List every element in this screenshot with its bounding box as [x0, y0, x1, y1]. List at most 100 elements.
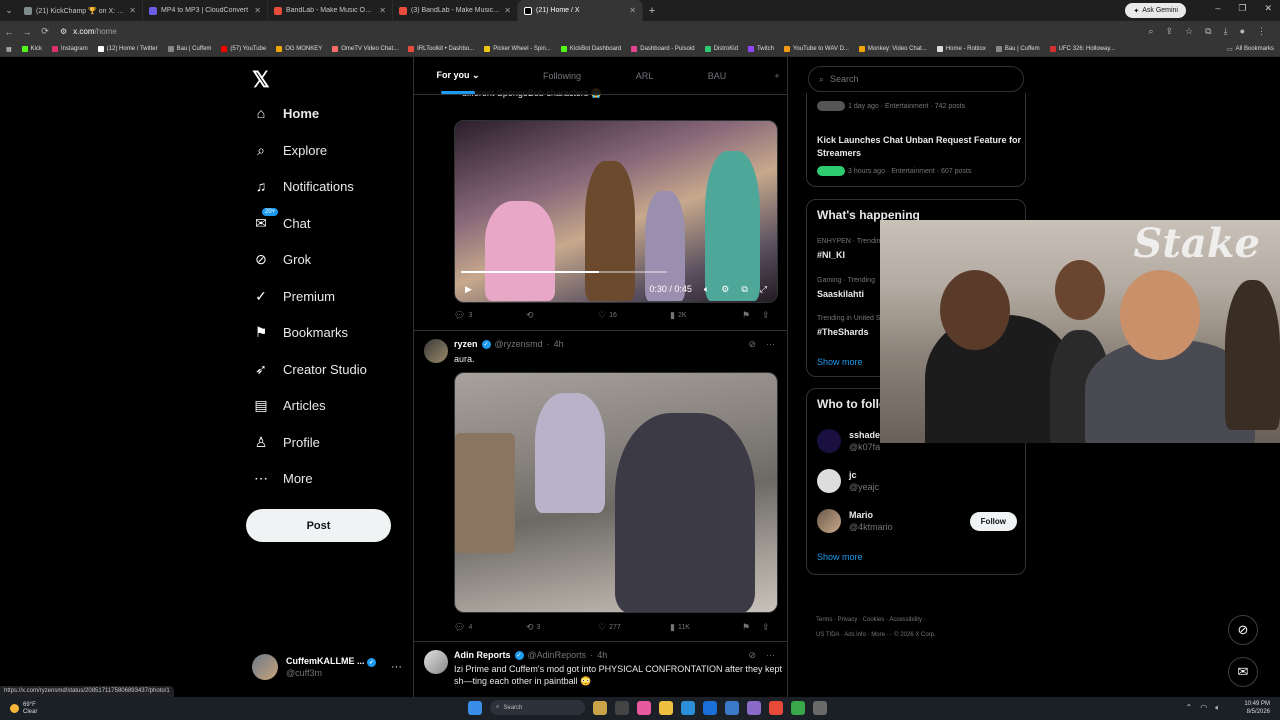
- app-icon[interactable]: [703, 700, 717, 715]
- nav-item-premium[interactable]: ✓ Premium: [252, 287, 335, 305]
- footer-line[interactable]: US TIDA · Ads info · More ··· © 2026 X C…: [816, 628, 1026, 643]
- bookmark-item[interactable]: (57) YouTube: [221, 46, 266, 52]
- edge-icon[interactable]: [681, 700, 695, 715]
- grok-icon[interactable]: ⊘: [748, 650, 756, 661]
- add-tab-icon[interactable]: +: [767, 71, 787, 81]
- bookmark-item[interactable]: UFC 326: Holloway...: [1049, 46, 1115, 52]
- bookmark-item[interactable]: Monkey: Video Chat...: [858, 46, 927, 52]
- nav-item-profile[interactable]: ♙ Profile: [252, 433, 320, 451]
- chrome-icon[interactable]: [791, 700, 805, 715]
- more-icon[interactable]: ···: [766, 650, 775, 661]
- clock[interactable]: 10:49 PM 8/5/2026: [1244, 700, 1270, 716]
- news-headline[interactable]: Kick Launches Chat Unban Request Feature…: [817, 134, 1022, 160]
- search-input[interactable]: ⌕ Search: [808, 66, 1024, 92]
- browser-tab[interactable]: (3) BandLab - Make Music Onli ✕: [393, 0, 518, 21]
- close-icon[interactable]: ✕: [379, 6, 386, 15]
- app-icon[interactable]: [747, 700, 761, 715]
- video-progress-bar[interactable]: [461, 271, 667, 273]
- chevron-up-icon[interactable]: ⌃: [1186, 703, 1193, 713]
- tab-bau[interactable]: BAU: [667, 71, 767, 81]
- tweet-photo[interactable]: [454, 372, 778, 613]
- task-view-icon[interactable]: [615, 700, 629, 715]
- profile-icon[interactable]: ●: [1240, 26, 1245, 37]
- new-tab-button[interactable]: +: [643, 5, 661, 17]
- trend-name[interactable]: #NI_KI: [817, 250, 845, 260]
- views-button[interactable]: ▮ 2K: [670, 310, 742, 321]
- bookmark-item[interactable]: YouTube to WAV D...: [783, 46, 849, 52]
- bookmark-item[interactable]: Home - Roblox: [936, 46, 986, 52]
- like-button[interactable]: ♡ 277: [598, 622, 670, 633]
- bookmark-item[interactable]: OG MONKEY: [276, 46, 322, 52]
- bookmark-button[interactable]: ⚑: [742, 310, 762, 321]
- show-more-link[interactable]: Show more: [817, 552, 863, 562]
- messages-floating-icon[interactable]: ✉: [1228, 657, 1258, 687]
- pip-icon[interactable]: ⧉: [741, 284, 747, 295]
- windows-start-icon[interactable]: [468, 700, 482, 715]
- post-button[interactable]: Post: [246, 509, 391, 542]
- nav-item-home[interactable]: ⌂ Home: [252, 104, 319, 122]
- browser-tab[interactable]: MP4 to MP3 | CloudConvert ✕: [143, 0, 268, 21]
- tab-list-icon[interactable]: ⌄: [0, 5, 18, 16]
- bookmark-button[interactable]: ⚑: [742, 622, 762, 633]
- nav-item-grok[interactable]: ⊘ Grok: [252, 250, 311, 268]
- trend-name[interactable]: Saaskilahti: [817, 289, 864, 299]
- app-icon[interactable]: [637, 700, 651, 715]
- bookmark-item[interactable]: Bau | Cuffem: [167, 46, 211, 52]
- author-name[interactable]: Adin Reports: [454, 650, 511, 660]
- like-button[interactable]: ♡ 16: [598, 310, 670, 321]
- repost-button[interactable]: ⟲: [526, 310, 598, 321]
- close-icon[interactable]: ✕: [504, 6, 511, 15]
- browser-tab[interactable]: BandLab - Make Music Online ✕: [268, 0, 393, 21]
- maximize-icon[interactable]: ❐: [1238, 3, 1246, 14]
- tweet-time[interactable]: 4h: [597, 650, 607, 660]
- reply-button[interactable]: 💬︎ 4: [454, 622, 526, 633]
- share-icon[interactable]: ⇪: [1166, 26, 1174, 37]
- url-field[interactable]: ⚙ x.com/home: [60, 24, 1148, 40]
- author-name[interactable]: ryzen: [454, 339, 478, 349]
- more-icon[interactable]: ···: [766, 339, 775, 350]
- back-icon[interactable]: ←: [0, 27, 18, 37]
- bookmark-item[interactable]: Instagram: [52, 46, 88, 52]
- close-icon[interactable]: ✕: [254, 6, 261, 15]
- star-icon[interactable]: ☆: [1185, 26, 1193, 37]
- extension-icon[interactable]: ⧉: [1205, 26, 1211, 37]
- bookmark-item[interactable]: Dashboard - Pulsoid: [631, 46, 695, 52]
- author-handle[interactable]: @ryzensmd: [495, 339, 543, 349]
- app-icon[interactable]: [769, 700, 783, 715]
- settings-icon[interactable]: ⚙: [721, 284, 729, 295]
- taskbar-search[interactable]: ⌕ Search: [490, 700, 585, 715]
- apps-icon[interactable]: ▦: [6, 46, 12, 53]
- zoom-icon[interactable]: ⌕: [1148, 26, 1153, 37]
- nav-item-bookmarks[interactable]: ⚑ Bookmarks: [252, 323, 348, 341]
- grok-icon[interactable]: ⊘: [748, 339, 756, 350]
- bookmark-item[interactable]: KickBot Dashboard: [560, 46, 621, 52]
- trend-name[interactable]: #TheShards: [817, 327, 869, 337]
- bookmark-item[interactable]: Bau | Cuffem: [995, 46, 1040, 52]
- avatar[interactable]: [424, 339, 448, 363]
- nav-item-articles[interactable]: ▤ Articles: [252, 396, 325, 414]
- nav-item-notifications[interactable]: ♫ Notifications: [252, 177, 354, 195]
- minimize-icon[interactable]: –: [1215, 3, 1220, 14]
- share-button[interactable]: ⇪: [762, 622, 770, 633]
- site-info-icon[interactable]: ⚙: [60, 27, 67, 36]
- close-icon[interactable]: ✕: [629, 6, 636, 15]
- play-icon[interactable]: ▶: [465, 284, 472, 295]
- bookmark-item[interactable]: (12) Home / Twitter: [97, 46, 158, 52]
- views-button[interactable]: ▮ 11K: [670, 622, 742, 633]
- widgets-icon[interactable]: [593, 700, 607, 715]
- reload-icon[interactable]: ⟳: [36, 26, 54, 37]
- weather-widget[interactable]: 69°F Clear: [10, 702, 37, 716]
- tab-for-you[interactable]: For you ⌄: [414, 57, 502, 94]
- reply-button[interactable]: 💬︎ 3: [454, 310, 526, 321]
- account-switcher[interactable]: CuffemKALLME ... ✓ @cuff3m ···: [252, 654, 402, 680]
- browser-tab[interactable]: (21) KickChamp 🏆 on X: "Cuff ✕: [18, 0, 143, 21]
- grok-floating-icon[interactable]: ⊘: [1228, 615, 1258, 645]
- tweet-time[interactable]: 4h: [554, 339, 564, 349]
- settings-icon[interactable]: [813, 700, 827, 715]
- volume-icon[interactable]: 🔈︎: [1215, 703, 1220, 713]
- follow-suggestion[interactable]: Mario @4ktmario Follow: [817, 509, 1017, 533]
- file-explorer-icon[interactable]: [659, 700, 673, 715]
- tab-arl[interactable]: ARL: [622, 71, 667, 81]
- download-icon[interactable]: ⤓: [1224, 26, 1228, 37]
- avatar[interactable]: [424, 650, 448, 674]
